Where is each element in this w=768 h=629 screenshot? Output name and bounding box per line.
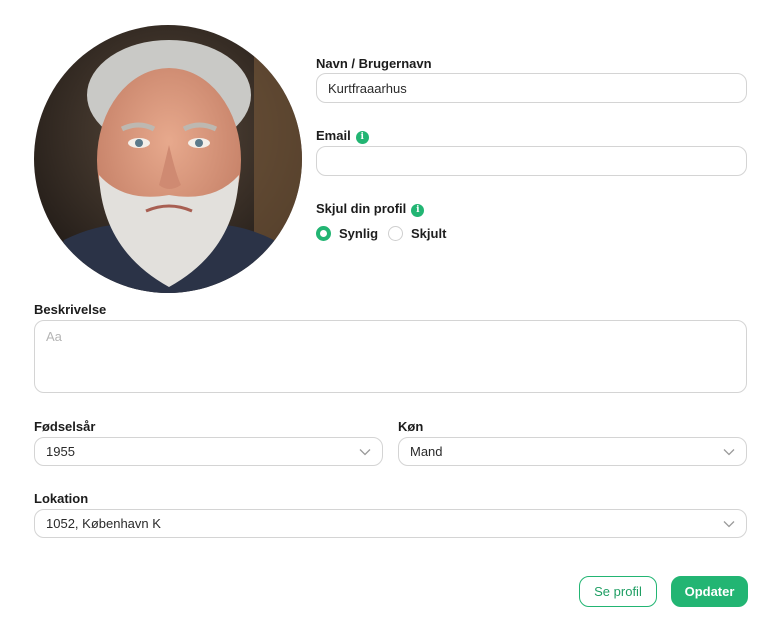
chevron-down-icon <box>723 520 735 527</box>
chevron-down-icon <box>723 448 735 455</box>
radio-skjult[interactable]: Skjult <box>388 226 446 241</box>
view-profile-button[interactable]: Se profil <box>579 576 657 607</box>
gender-select[interactable]: Mand <box>398 437 747 466</box>
avatar[interactable] <box>34 25 302 293</box>
birth-year-value: 1955 <box>46 444 75 459</box>
description-textarea[interactable] <box>34 320 747 393</box>
email-label-row: Email i <box>316 128 369 144</box>
birth-year-label: Fødselsår <box>34 419 96 434</box>
description-label: Beskrivelse <box>34 302 107 317</box>
email-input[interactable] <box>316 146 747 176</box>
info-icon[interactable]: i <box>411 204 425 217</box>
radio-synlig[interactable]: Synlig <box>316 226 378 241</box>
name-label: Navn / Brugernavn <box>316 56 432 71</box>
location-value: 1052, København K <box>46 516 161 531</box>
visibility-label-row: Skjul din profil i <box>316 201 425 217</box>
birth-year-select[interactable]: 1955 <box>34 437 383 466</box>
location-select[interactable]: 1052, København K <box>34 509 747 538</box>
update-button[interactable]: Opdater <box>671 576 748 607</box>
visibility-label: Skjul din profil <box>316 201 407 216</box>
email-label: Email <box>316 128 351 143</box>
radio-skjult-dot[interactable] <box>388 226 403 241</box>
location-label: Lokation <box>34 491 89 506</box>
radio-skjult-label: Skjult <box>411 226 447 241</box>
info-icon[interactable]: i <box>355 131 369 144</box>
gender-label: Køn <box>398 419 424 434</box>
gender-value: Mand <box>410 444 443 459</box>
avatar-photo <box>34 25 302 293</box>
name-input[interactable] <box>316 73 747 103</box>
chevron-down-icon <box>359 448 371 455</box>
radio-synlig-label: Synlig <box>339 226 379 241</box>
radio-synlig-dot[interactable] <box>316 226 331 241</box>
